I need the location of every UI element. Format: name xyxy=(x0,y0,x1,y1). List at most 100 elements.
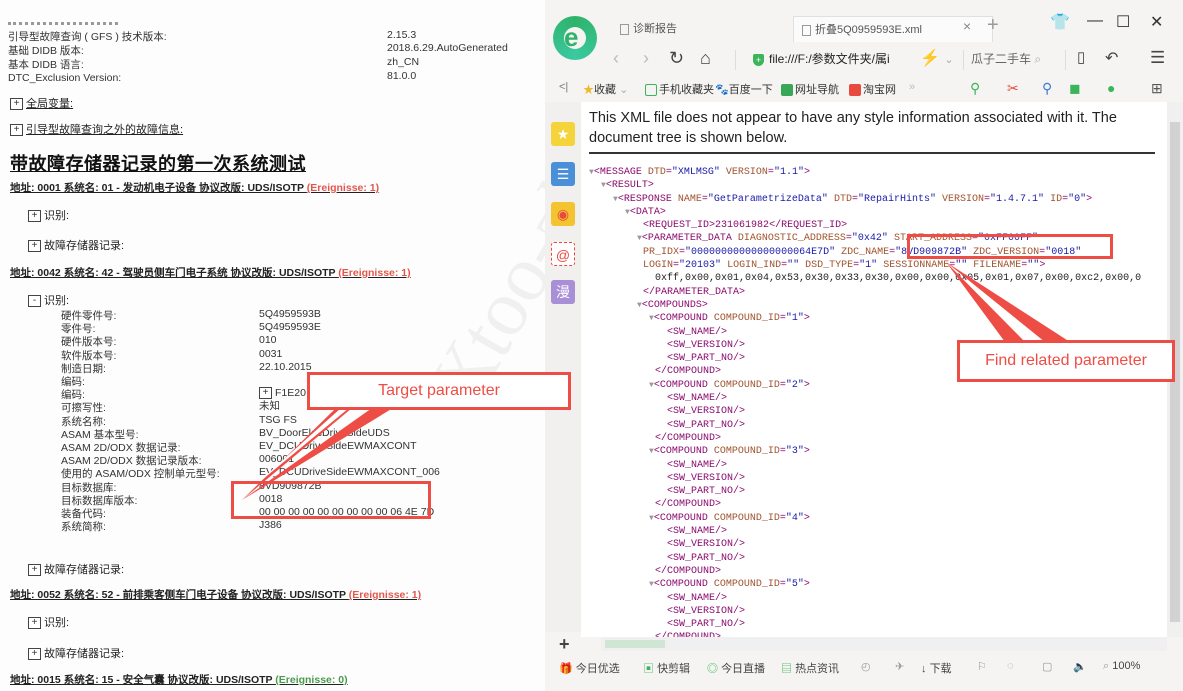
sidebar-toggle-button[interactable]: <| xyxy=(559,81,568,93)
xml-line[interactable]: ▼<COMPOUNDS> xyxy=(589,299,1141,312)
ident-field-label: 软件版本号: xyxy=(61,349,117,362)
comic-icon[interactable]: 漫 xyxy=(551,280,575,304)
ident-field-label: 零件号: xyxy=(61,323,96,336)
tab-diagnostic-report[interactable]: 诊断报告 xyxy=(620,16,677,42)
sound-icon[interactable]: 🔈 xyxy=(1073,660,1087,673)
xml-line: <SW_NAME/> xyxy=(667,393,728,405)
xml-line[interactable]: ▼<COMPOUND COMPOUND_ID="4"> xyxy=(589,512,1141,525)
minimize-button[interactable]: — xyxy=(1087,12,1103,30)
fault-memory-label: 故障存储器记录: xyxy=(44,648,125,660)
hot-news-button[interactable]: ▤ 热点资讯 xyxy=(781,660,839,676)
ident-toggle[interactable]: + 识别: xyxy=(28,207,69,223)
news-icon: ▤ xyxy=(781,663,792,675)
apps-grid-icon[interactable]: ⊞ xyxy=(1151,80,1163,97)
ident-field-label: ASAM 基本型号: xyxy=(61,428,139,441)
reader-icon[interactable]: ☰ xyxy=(551,162,575,186)
scrollbar-thumb[interactable] xyxy=(605,640,665,648)
status-label: 今日优选 xyxy=(575,663,620,675)
header-label: 基础 DIDB 版本: xyxy=(8,45,84,57)
close-window-button[interactable]: ✕ xyxy=(1150,12,1163,32)
header-label: 引导型故障查询 ( GFS ) 技术版本: xyxy=(8,31,167,43)
ident-label: 识别: xyxy=(44,210,70,222)
xml-line: </COMPOUND> xyxy=(655,565,722,577)
xml-line[interactable]: ▼<RESPONSE NAME="GetParametrizeData" DTD… xyxy=(589,193,1141,206)
reload-button[interactable]: ↻ xyxy=(669,48,684,69)
xml-line[interactable]: ▼<COMPOUND COMPOUND_ID="1"> xyxy=(589,312,1141,325)
global-variables-toggle[interactable]: + 全局变量: xyxy=(10,95,73,111)
shield-money-icon[interactable]: ● xyxy=(1107,80,1115,96)
horizontal-scrollbar[interactable] xyxy=(601,637,1167,651)
fault-memory-toggle[interactable]: + 故障存储器记录: xyxy=(28,645,124,661)
expand-icon: + xyxy=(28,210,41,223)
close-tab-icon[interactable]: × xyxy=(963,18,971,34)
xml-line[interactable]: ▼<COMPOUND COMPOUND_ID="3"> xyxy=(589,445,1141,458)
xml-line[interactable]: ▼<RESULT> xyxy=(589,179,1141,192)
menu-icon[interactable]: ☰ xyxy=(1150,48,1165,68)
navigation-bar: ‹ › ↻ ⌂ + file:///F:/参数文件夹/属i ⚡ ⌄ 瓜子二手车 ⌕… xyxy=(545,44,1183,74)
weibo-icon[interactable]: ◉ xyxy=(551,202,575,226)
events-count: (Ereignisse: 1) xyxy=(306,182,380,194)
lightning-icon[interactable]: ⚡ ⌄ xyxy=(920,48,954,68)
window-icon[interactable]: ▢ xyxy=(1042,660,1052,673)
ident-toggle[interactable]: + 识别: xyxy=(28,614,69,630)
system-link-0052[interactable]: 地址: 0052 系统名: 52 - 前排乘客侧车门电子设备 协议改版: UDS… xyxy=(10,587,421,602)
bookmark-mobile[interactable]: 手机收藏夹 xyxy=(645,81,714,97)
flag-icon[interactable]: ⚐ xyxy=(977,660,987,673)
zoom-control[interactable]: ⌕ 100% xyxy=(1103,660,1140,673)
maximize-button[interactable]: ☐ xyxy=(1116,12,1130,32)
today-picks-button[interactable]: 🎁 今日优选 xyxy=(559,660,620,676)
fault-memory-toggle[interactable]: + 故障存储器记录: xyxy=(28,237,124,253)
ident-field-value: 006001 xyxy=(259,453,295,466)
xml-line[interactable]: ▼<MESSAGE DTD="XMLMSG" VERSION="1.1"> xyxy=(589,166,1141,179)
target-highlight-box xyxy=(231,481,431,519)
bookmark-favorites[interactable]: ★收藏 ⌄ xyxy=(583,81,628,97)
bookmark-label: 网址导航 xyxy=(795,84,839,96)
address-bar[interactable]: + file:///F:/参数文件夹/属i xyxy=(753,50,890,67)
search-box[interactable]: 瓜子二手车 ⌕ xyxy=(971,50,1041,67)
ident-field-label: 目标数据库: xyxy=(61,481,117,494)
favorites-star-icon[interactable]: ★ xyxy=(551,122,575,146)
system-link-0001[interactable]: 地址: 0001 系统名: 01 - 发动机电子设备 协议改版: UDS/ISO… xyxy=(10,180,379,195)
bookmark-baidu[interactable]: 🐾百度一下 xyxy=(715,81,773,97)
system-link-0042[interactable]: 地址: 0042 系统名: 42 - 驾驶员侧车门电子系统 协议改版: UDS/… xyxy=(10,265,411,280)
ident-field-value: EV_DCUDriveSideEWMAXCONT_006 xyxy=(259,466,440,479)
forward-button[interactable]: › xyxy=(643,48,649,69)
ident-field-value: 5Q4959593E xyxy=(259,321,321,334)
sidebar-add-button[interactable]: + xyxy=(559,634,570,655)
back-button[interactable]: ‹ xyxy=(613,48,619,69)
mobile-icon[interactable]: ▯ xyxy=(1077,48,1085,66)
mail-icon[interactable]: @ xyxy=(551,242,575,266)
xml-line[interactable]: ▼<DATA> xyxy=(589,206,1141,219)
xml-line[interactable]: ▼<COMPOUND COMPOUND_ID="5"> xyxy=(589,578,1141,591)
translate-icon[interactable]: ⚲ xyxy=(970,80,980,97)
ident-field-value: TSG FS xyxy=(259,413,297,426)
undo-icon[interactable]: ↶ xyxy=(1105,48,1118,68)
bookmarks-more-button[interactable]: » xyxy=(909,81,915,93)
download-button[interactable]: ↓ 下载 xyxy=(921,660,952,676)
home-button[interactable]: ⌂ xyxy=(700,48,711,69)
bookmark-label: 淘宝网 xyxy=(863,84,896,96)
report-title: 带故障存储器记录的第一次系统测试 xyxy=(10,154,306,174)
rocket-icon[interactable]: ✈ xyxy=(895,660,904,673)
non-gfs-faults-toggle[interactable]: + 引导型故障查询之外的故障信息: xyxy=(10,121,183,137)
today-live-button[interactable]: ◎ 今日直播 xyxy=(707,660,765,676)
speed-icon[interactable]: ◴ xyxy=(861,660,871,673)
fault-memory-toggle[interactable]: + 故障存储器记录: xyxy=(28,561,124,577)
system-link-0015[interactable]: 地址: 0015 系统名: 15 - 安全气囊 协议改版: UDS/ISOTP … xyxy=(10,672,348,687)
scissors-icon[interactable]: ✂ xyxy=(1007,80,1019,97)
edge-icon[interactable]: ◌ xyxy=(1007,660,1014,672)
kuaijian-button[interactable]: ▣ 快剪辑 xyxy=(643,660,690,676)
fault-memory-label: 故障存储器记录: xyxy=(44,240,125,252)
new-tab-button[interactable]: + xyxy=(987,14,999,37)
ident-toggle-expanded[interactable]: - 识别: xyxy=(28,292,69,308)
bookmark-label: 百度一下 xyxy=(728,84,773,96)
expand-coding-icon[interactable]: + xyxy=(259,387,272,400)
bookmark-taobao[interactable]: 淘宝网 xyxy=(849,81,896,97)
ident-field-label: 编码: xyxy=(61,389,85,402)
skin-icon[interactable]: 👕 xyxy=(1050,12,1070,32)
xml-line: </COMPOUND> xyxy=(655,432,722,444)
xml-line: <SW_PART_NO/> xyxy=(667,486,746,498)
bookmark-nav[interactable]: 网址导航 xyxy=(781,81,839,97)
game-icon[interactable]: ◼ xyxy=(1069,80,1081,97)
magnifier-icon[interactable]: ⚲ xyxy=(1042,80,1052,97)
